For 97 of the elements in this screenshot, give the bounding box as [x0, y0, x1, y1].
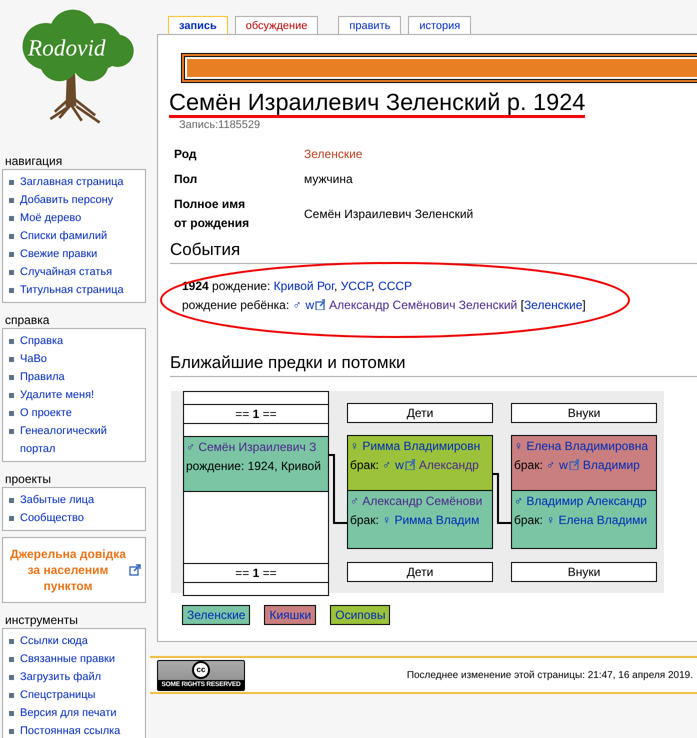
sidebar-link[interactable]: Постоянная ссылка [20, 722, 120, 738]
link[interactable]: СССР [378, 279, 412, 293]
tab[interactable]: обсуждение [234, 16, 318, 34]
external-link-icon [568, 459, 579, 470]
bullet-icon [9, 516, 14, 521]
bullet-icon [9, 234, 14, 239]
link[interactable]: Кривой Рог [274, 279, 334, 293]
bullet-icon [9, 729, 14, 734]
external-link-icon [129, 564, 141, 576]
link[interactable]: УССР [340, 279, 372, 293]
card-line: рождение: 1924, Кривой [186, 458, 321, 475]
bullet-icon [9, 675, 14, 680]
event-line: рождение ребёнка: ♂ w Александр Семёнович Зеленский [Зеленские] [182, 297, 586, 314]
generation-label: == 1 == [184, 404, 328, 424]
link[interactable]: Зеленские [524, 298, 582, 312]
sidebar-link[interactable]: Генеалогический портал [20, 422, 141, 458]
bullet-icon [9, 216, 14, 221]
legend-item[interactable]: Зеленские [182, 605, 250, 625]
sidebar-link[interactable]: Правила [20, 368, 65, 386]
tab[interactable]: запись [168, 16, 228, 34]
sidebar-link[interactable]: Спецстраницы [20, 686, 96, 704]
portlet-title: навигация [4, 153, 62, 169]
sidebar-link[interactable]: Удалите меня! [20, 386, 94, 404]
sidebar-link[interactable]: ЧаВо [20, 350, 47, 368]
portlet-title: проекты [4, 471, 52, 487]
field-link[interactable]: Зеленские [304, 145, 362, 164]
bullet-icon [9, 270, 14, 275]
link[interactable]: Александр [418, 458, 479, 472]
link[interactable]: ♂ Семён Израилевич З [186, 440, 316, 454]
sidebar-link[interactable]: Сообщество [20, 509, 84, 527]
card-line: брак: ♂ w Александр [350, 457, 479, 474]
link[interactable]: ♂ Владимир Александр [514, 494, 647, 508]
card-line: брак: ♀ Елена Владими [514, 512, 648, 529]
link[interactable]: w [395, 458, 404, 472]
field-label: Полное имя от рождения [174, 196, 250, 232]
bullet-icon [9, 357, 14, 362]
sidebar-link[interactable]: Забытые лица [20, 491, 94, 509]
legend-item[interactable]: Осиповы [330, 605, 390, 625]
card-line: брак: ♂ w Владимир [514, 457, 640, 474]
cc-logo: cc [192, 661, 210, 679]
sidebar-link[interactable]: Титульная страница [20, 281, 124, 299]
bullet-icon [9, 180, 14, 185]
generation-label: Внуки [511, 403, 657, 423]
card-line: брак: ♀ Римма Владим [350, 512, 480, 529]
generation-label: Внуки [511, 562, 657, 582]
bullet-icon [9, 375, 14, 380]
section-heading: Ближайшие предки и потомки [170, 352, 697, 377]
sidebar-link[interactable]: Загрузить файл [20, 668, 102, 686]
bullet-icon [9, 498, 14, 503]
tab[interactable]: история [408, 16, 472, 34]
bullet-icon [9, 411, 14, 416]
link[interactable]: ♂ [382, 458, 392, 472]
bullet-icon [9, 657, 14, 662]
field-label: Род [174, 146, 198, 163]
section-heading: События [170, 239, 697, 264]
bullet-icon [9, 339, 14, 344]
portlet-title: инструменты [4, 612, 78, 628]
sidebar-link[interactable]: Версия для печати [20, 704, 117, 722]
field-value: Семён Израилевич Зеленский [304, 206, 474, 222]
tab[interactable]: править [338, 16, 402, 34]
link[interactable]: ♀ Елена Владими [546, 513, 648, 527]
bullet-icon [9, 252, 14, 257]
sidebar-link[interactable]: О проекте [20, 404, 72, 422]
link[interactable]: w [306, 298, 314, 312]
tree-logo-drawing: Rodovid [22, 10, 134, 124]
external-link-icon [315, 299, 326, 310]
generation-label: == 1 == [184, 563, 328, 583]
sidebar-link[interactable]: Справка [20, 332, 64, 350]
generation-label: Дети [347, 403, 493, 423]
link[interactable]: Александр Семёнович Зеленский [329, 298, 518, 312]
portlet-title: справка [4, 312, 50, 328]
last-modified-text: Последнее изменение этой страницы: 21:47, 16 апреля 2019. [406, 670, 693, 680]
sidebar-link[interactable]: Ссылки сюда [20, 632, 88, 650]
bullet-icon [9, 429, 14, 434]
record-id: Запись:1185529 [178, 119, 260, 131]
page-title: Семён Израилевич Зеленский р. 1924 [169, 89, 586, 115]
field-label: Пол [174, 171, 198, 188]
bullet-icon [9, 711, 14, 716]
sidebar-link[interactable]: Заглавная страница [20, 173, 124, 191]
sidebar-link[interactable]: Списки фамилий [20, 227, 108, 245]
bullet-icon [9, 693, 14, 698]
sidebar-link[interactable]: Добавить персону [20, 191, 114, 209]
link[interactable]: ♂ [292, 298, 302, 312]
sidebar-link[interactable]: Связанные правки [20, 650, 116, 668]
generation-label: Дети [347, 562, 493, 582]
link[interactable]: ♀ Римма Владимировн [350, 439, 480, 453]
external-link-icon [404, 459, 415, 470]
field-value: мужчина [304, 171, 353, 188]
sidebar-link[interactable]: Случайная статья [20, 263, 112, 281]
sidebar-link[interactable]: Моё дерево [20, 209, 82, 227]
link[interactable]: ♀ Римма Владим [382, 513, 480, 527]
bullet-icon [9, 393, 14, 398]
bullet-icon [9, 198, 14, 203]
sidebar-link[interactable]: Свежие правки [20, 245, 98, 263]
link[interactable]: ♂ Александр Семёнови [350, 494, 482, 508]
bullet-icon [9, 639, 14, 644]
bullet-icon [9, 288, 14, 293]
